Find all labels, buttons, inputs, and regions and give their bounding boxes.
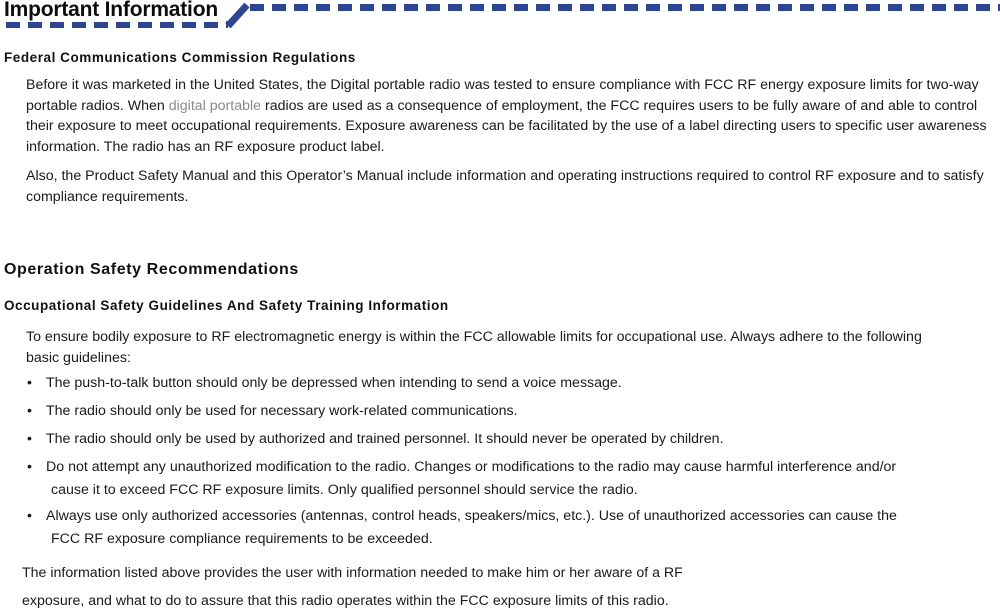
fcc-paragraph-2: Also, the Product Safety Manual and this… [26, 168, 984, 205]
fcc-paragraph-1: Before it was marketed in the United Sta… [26, 75, 994, 157]
fcc-regulations-heading: Federal Communications Commission Regula… [4, 50, 356, 65]
operation-safety-heading: Operation Safety Recommendations [4, 261, 299, 278]
list-item: • Always use only authorized accessories… [24, 505, 990, 550]
bullet-dot-icon: • [27, 459, 32, 475]
list-item-text: Do not attempt any unauthorized modifica… [46, 459, 897, 475]
bullet-dot-icon: • [27, 375, 32, 391]
dashed-rule-lower [6, 21, 228, 28]
list-item-text-continued: FCC RF exposure compliance requirements … [51, 530, 433, 547]
list-item: • The push-to-talk button should only be… [24, 372, 990, 395]
dashed-rule-diagonal-connector [225, 2, 250, 29]
occupational-safety-intro: To ensure bodily exposure to RF electrom… [26, 329, 922, 366]
list-item: • Do not attempt any unauthorized modifi… [24, 456, 990, 501]
list-item-text-continued: cause it to exceed FCC RF exposure limit… [51, 481, 638, 498]
list-item-text: The radio should only be used for necess… [46, 403, 518, 419]
bullet-dot-icon: • [27, 403, 32, 419]
occupational-safety-subheading: Occupational Safety Guidelines And Safet… [4, 298, 449, 313]
dashed-rule-upper [250, 4, 1000, 11]
list-item-text: The push-to-talk button should only be d… [46, 375, 622, 391]
fcc-paragraph-1-gray-run: digital portable [168, 97, 262, 114]
closing-paragraph-line-2: exposure, and what to do to assure that … [22, 593, 669, 610]
bullet-dot-icon: • [27, 431, 32, 447]
list-item-text: Always use only authorized accessories (… [46, 508, 897, 524]
list-item-text: The radio should only be used by authori… [46, 431, 724, 447]
list-item: • The radio should only be used for nece… [24, 400, 990, 423]
bullet-dot-icon: • [27, 508, 32, 524]
page-title: Important Information [4, 0, 224, 22]
safety-guidelines-list: • The push-to-talk button should only be… [24, 372, 990, 554]
page-header: Important Information [0, 0, 1000, 34]
closing-paragraph-line-1: The information listed above provides th… [22, 565, 683, 582]
list-item: • The radio should only be used by autho… [24, 428, 990, 451]
